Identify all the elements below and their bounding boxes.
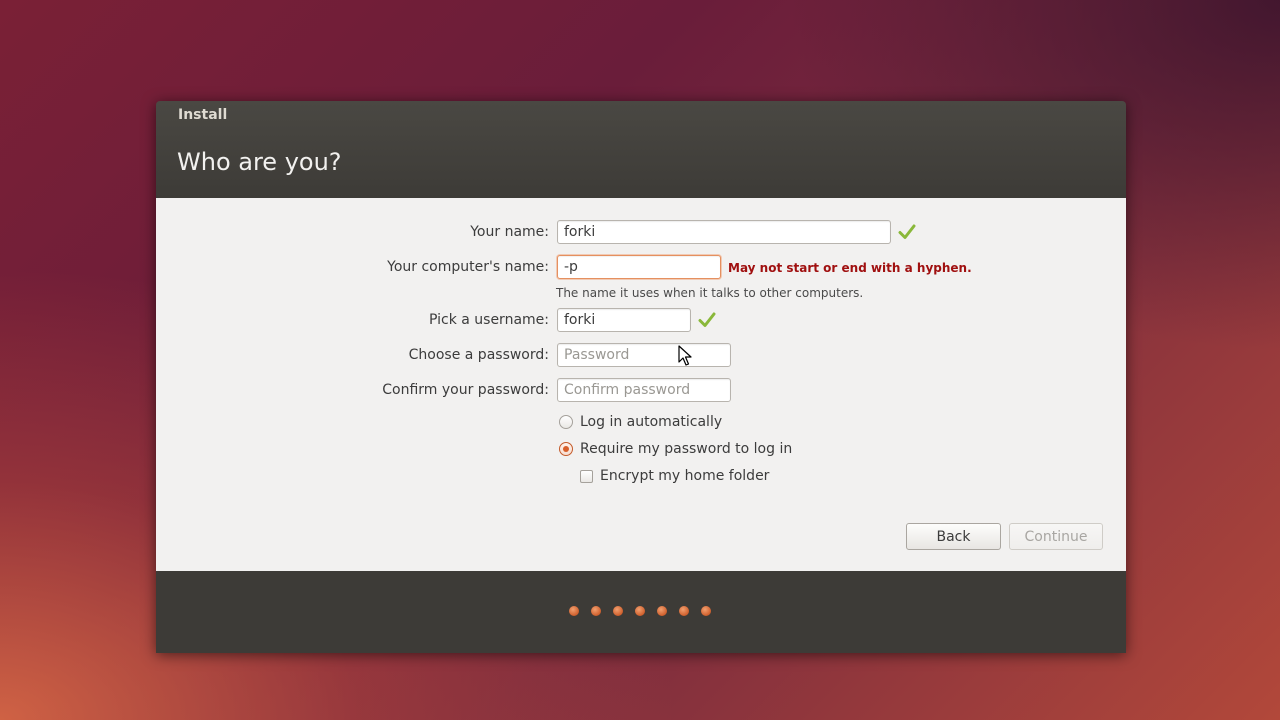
progress-dot xyxy=(657,606,667,616)
confirm-password-input[interactable] xyxy=(557,378,731,402)
progress-dot xyxy=(591,606,601,616)
progress-dot xyxy=(701,606,711,616)
confirm-password-label: Confirm your password: xyxy=(382,382,549,398)
computer-name-error: May not start or end with a hyphen. xyxy=(728,261,972,275)
progress-dot xyxy=(569,606,579,616)
login-automatically-label: Log in automatically xyxy=(580,414,723,430)
password-input[interactable] xyxy=(557,343,731,367)
check-icon xyxy=(698,312,716,327)
password-label: Choose a password: xyxy=(408,347,549,363)
encrypt-checkbox[interactable] xyxy=(580,469,593,483)
user-form: Your name: Your computer's name: May not… xyxy=(156,198,1126,571)
encrypt-home-option[interactable]: Encrypt my home folder xyxy=(580,468,769,484)
radio-button-selected[interactable] xyxy=(559,442,573,456)
header: Install Who are you? xyxy=(156,101,1126,198)
progress-dots xyxy=(569,606,711,616)
continue-button[interactable]: Continue xyxy=(1009,523,1103,550)
require-password-label: Require my password to log in xyxy=(580,441,793,457)
login-automatically-option[interactable]: Log in automatically xyxy=(559,414,722,430)
name-label: Your name: xyxy=(470,224,549,240)
progress-dot xyxy=(613,606,623,616)
progress-dot xyxy=(635,606,645,616)
back-button[interactable]: Back xyxy=(906,523,1001,550)
check-icon xyxy=(898,224,916,239)
computer-name-label: Your computer's name: xyxy=(387,259,549,275)
mouse-cursor-icon xyxy=(678,345,692,366)
computer-name-hint: The name it uses when it talks to other … xyxy=(556,286,864,300)
footer xyxy=(156,571,1126,653)
encrypt-home-label: Encrypt my home folder xyxy=(600,468,770,484)
page-title: Who are you? xyxy=(177,148,342,176)
radio-button[interactable] xyxy=(559,415,573,429)
app-title: Install xyxy=(178,107,228,123)
username-label: Pick a username: xyxy=(428,312,549,328)
username-input[interactable] xyxy=(557,308,691,332)
name-input[interactable] xyxy=(557,220,891,244)
computer-name-input[interactable] xyxy=(557,255,721,279)
require-password-option[interactable]: Require my password to log in xyxy=(559,441,792,457)
progress-dot xyxy=(679,606,689,616)
installer-window: Install Who are you? Your name: Your com… xyxy=(156,101,1126,653)
